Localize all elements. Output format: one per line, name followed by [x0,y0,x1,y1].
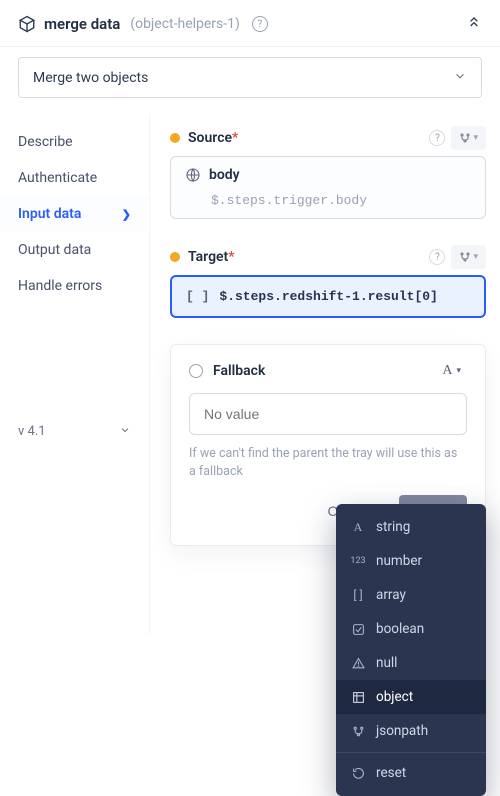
fallback-title: Fallback [213,363,265,379]
source-value-path: $.steps.trigger.body [211,193,471,208]
operation-row: Merge two objects [0,47,500,114]
field-label: Target* [188,249,235,265]
field-target: Target* ? ▾ [ ] $.steps.redshift-1.resul… [170,245,486,318]
sidebar-item-describe[interactable]: Describe [0,124,149,160]
sidebar-item-label: Authenticate [18,170,97,186]
status-dot-icon [170,133,180,143]
object-icon [350,691,366,704]
status-dot-icon [170,252,180,262]
sidebar-item-input-data[interactable]: Input data ❯ [0,196,149,232]
panel-subtitle: (object-helpers-1) [130,16,240,32]
help-icon[interactable]: ? [429,249,445,265]
type-item-label: jsonpath [376,723,428,739]
operation-label: Merge two objects [33,70,148,86]
sidebar-item-label: Input data [18,206,81,222]
type-item-reset[interactable]: reset [336,752,486,790]
type-letter-icon: A [442,363,452,379]
type-item-label: string [376,519,410,535]
fallback-input[interactable] [189,393,467,435]
fallback-radio[interactable] [189,364,203,378]
chevron-down-icon [453,69,467,86]
jsonpath-icon [350,725,366,738]
help-icon[interactable]: ? [429,130,445,146]
type-item-array[interactable]: [ ] array [336,578,486,612]
null-icon [350,657,366,670]
target-input[interactable]: [ ] $.steps.redshift-1.result[0] [170,275,486,318]
globe-icon [185,167,201,183]
type-item-label: number [376,553,422,569]
string-icon: A [350,520,366,535]
operation-select[interactable]: Merge two objects [18,57,482,98]
type-item-label: boolean [376,621,424,637]
boolean-icon [350,623,366,636]
field-source: Source* ? ▾ body $.steps.trigge [170,126,486,219]
type-menu: A string 123 number [ ] array boolean [336,504,486,796]
panel-header: merge data (object-helpers-1) ? [0,0,500,47]
type-item-null[interactable]: null [336,646,486,680]
sidebar-item-label: Describe [18,134,73,150]
source-value-title: body [209,167,240,183]
sidebar-item-output-data[interactable]: Output data [0,232,149,268]
main-panel: Source* ? ▾ body $.steps.trigge [150,114,500,634]
source-value-box[interactable]: body $.steps.trigger.body [170,156,486,219]
reset-icon [350,767,366,780]
chevron-down-icon [119,424,131,439]
type-item-number[interactable]: 123 number [336,544,486,578]
field-label: Source* [188,130,238,146]
type-item-label: array [376,587,406,603]
sidebar-item-label: Output data [18,242,91,258]
help-icon[interactable]: ? [252,16,268,32]
fallback-help-text: If we can't find the parent the tray wil… [189,445,467,481]
array-icon: [ ] [186,289,209,304]
cube-icon [18,15,36,33]
sidebar-item-label: Handle errors [18,278,102,294]
version-label: v 4.1 [18,424,46,439]
type-item-string[interactable]: A string [336,510,486,544]
panel-title: merge data [44,15,120,33]
type-item-object[interactable]: object [336,680,486,714]
type-select-button[interactable]: A ▾ [436,361,467,381]
branch-icon[interactable]: ▾ [451,126,486,150]
sidebar-item-authenticate[interactable]: Authenticate [0,160,149,196]
type-item-jsonpath[interactable]: jsonpath [336,714,486,748]
version-select[interactable]: v 4.1 [0,414,149,449]
type-item-label: reset [376,765,406,781]
collapse-icon[interactable] [466,14,482,34]
sidebar-item-handle-errors[interactable]: Handle errors [0,268,149,304]
type-item-boolean[interactable]: boolean [336,612,486,646]
target-value: $.steps.redshift-1.result[0] [219,289,437,304]
chevron-down-icon: ▾ [456,366,461,376]
number-icon: 123 [350,556,366,566]
branch-icon[interactable]: ▾ [451,245,486,269]
chevron-right-icon: ❯ [122,208,131,221]
sidebar: Describe Authenticate Input data ❯ Outpu… [0,114,150,634]
type-item-label: null [376,655,397,671]
type-item-label: object [376,689,413,705]
array-icon: [ ] [350,588,366,602]
